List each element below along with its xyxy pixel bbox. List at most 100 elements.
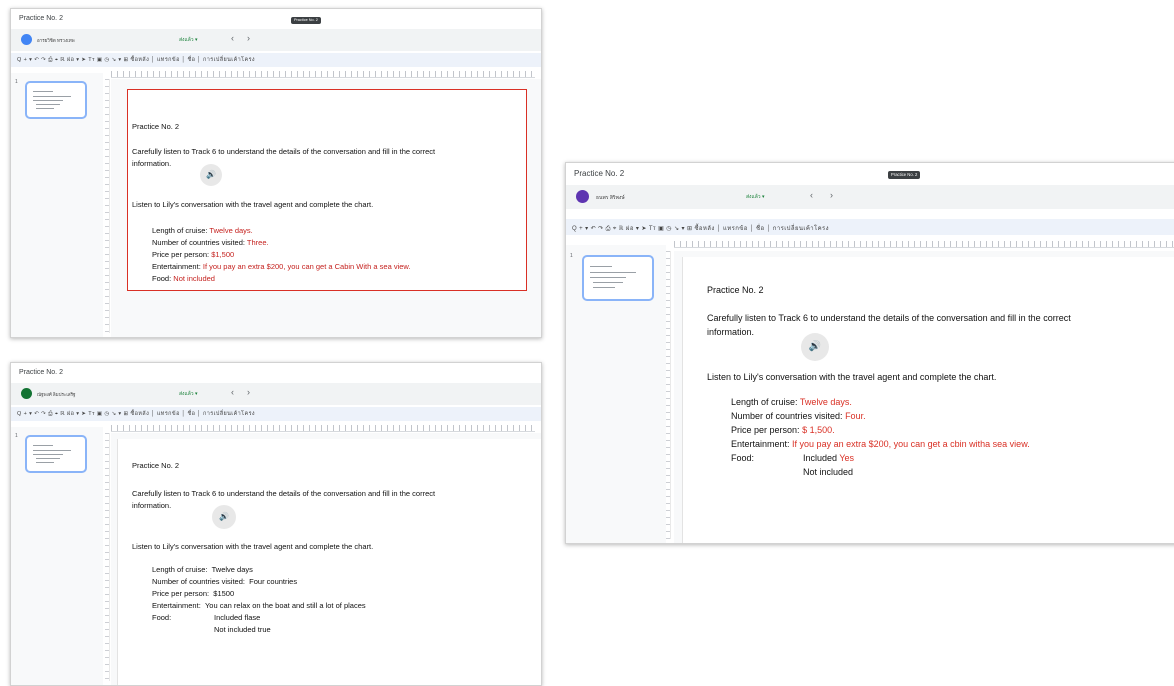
prev-student-button[interactable]: ‹ bbox=[231, 388, 234, 397]
slide-page: Practice No. 2 Carefully listen to Track… bbox=[127, 89, 527, 291]
thumb-line bbox=[33, 96, 71, 97]
page-title-pill: Practice No. 2 bbox=[291, 17, 321, 24]
speaker-icon[interactable]: 🔊 bbox=[200, 164, 222, 186]
vertical-ruler bbox=[105, 433, 110, 681]
toolbar-tools[interactable]: Q + ▾ ↶ ↷ ⎙ ⌖ ℝ ผ่อ ▾ ➤ Tт ▣ ◷ ↘ ▾ ⊞ ซื้… bbox=[17, 56, 255, 64]
thumb-line bbox=[33, 454, 63, 455]
instruction-line-3: Listen to Lily's conversation with the t… bbox=[132, 542, 374, 551]
speaker-icon[interactable]: 🔊 bbox=[801, 333, 829, 361]
chevron-down-icon: ▾ bbox=[761, 194, 765, 200]
thumb-line bbox=[593, 282, 623, 283]
student-name: ธนพร สิริพงษ์ bbox=[596, 195, 625, 201]
slide-number: 1 bbox=[570, 253, 573, 259]
doc-title: Practice No. 2 bbox=[132, 461, 180, 470]
next-student-button[interactable]: › bbox=[830, 191, 833, 200]
instruction-line-2: information. bbox=[707, 327, 755, 337]
answer-countries: Number of countries visited: Three. bbox=[152, 238, 269, 247]
answer-entertainment: Entertainment: If you pay an extra $200,… bbox=[152, 262, 411, 271]
slide-number: 1 bbox=[15, 79, 18, 85]
slide-sidebar: 1 bbox=[566, 245, 666, 543]
slide-page: Practice No. 2 Carefully listen to Track… bbox=[682, 257, 1174, 543]
thumb-line bbox=[33, 100, 63, 101]
thumb-line bbox=[36, 108, 54, 109]
doc-title: Practice No. 2 bbox=[132, 122, 180, 131]
instruction-line-3: Listen to Lily's conversation with the t… bbox=[707, 372, 997, 382]
answer-price: Price per person: $1,500 bbox=[152, 250, 235, 259]
answer-entertainment: Entertainment: You can relax on the boat… bbox=[152, 601, 366, 610]
next-student-button[interactable]: › bbox=[247, 388, 250, 397]
answer-countries: Number of countries visited: Four countr… bbox=[152, 577, 298, 586]
window-title: Practice No. 2 bbox=[19, 369, 63, 376]
student-window-3: Practice No. 2 ธนพร สิริพงษ์ ส่งแล้ว ▾ ‹… bbox=[565, 162, 1174, 544]
student-header: ธนพร สิริพงษ์ ส่งแล้ว ▾ ‹ › Practice No.… bbox=[566, 171, 1174, 209]
chevron-down-icon: ▾ bbox=[194, 391, 198, 397]
prev-student-button[interactable]: ‹ bbox=[231, 34, 234, 43]
thumb-line bbox=[36, 462, 54, 463]
status-dropdown[interactable]: ส่งแล้ว ▾ bbox=[179, 36, 198, 44]
student-name: อารยวิชิต ทรวงเทพ bbox=[37, 38, 75, 43]
toolbar-tools[interactable]: Q + ▾ ↶ ↷ ⎙ ⌖ ℝ ผ่อ ▾ ➤ Tт ▣ ◷ ↘ ▾ ⊞ ซื้… bbox=[572, 223, 829, 233]
slide-sidebar: 1 bbox=[11, 73, 103, 337]
prev-student-button[interactable]: ‹ bbox=[810, 191, 813, 200]
window-title: Practice No. 2 bbox=[19, 15, 63, 22]
answer-food-label: Food: bbox=[152, 613, 172, 622]
horizontal-ruler bbox=[111, 71, 535, 78]
thumb-line bbox=[36, 458, 60, 459]
answer-length: Length of cruise: Twelve days bbox=[152, 565, 253, 574]
slide-thumbnail[interactable] bbox=[582, 255, 654, 301]
slide-canvas: Practice No. 2 Carefully listen to Track… bbox=[111, 79, 541, 337]
instruction-line-1: Carefully listen to Track 6 to understan… bbox=[132, 147, 436, 156]
thumb-line bbox=[33, 91, 53, 92]
student-name: ณัฐพงศ์ ลิมประเสริฐ bbox=[37, 392, 76, 397]
answer-food-line-2: Not included true bbox=[214, 625, 271, 634]
speaker-icon[interactable]: 🔊 bbox=[212, 505, 236, 529]
doc-title: Practice No. 2 bbox=[707, 285, 764, 295]
answer-price: Price per person: $ 1,500. bbox=[731, 425, 835, 435]
instruction-line-1: Carefully listen to Track 6 to understan… bbox=[132, 489, 436, 498]
student-header: ณัฐพงศ์ ลิมประเสริฐ ส่งแล้ว ▾ ‹ › bbox=[11, 383, 541, 405]
thumb-line bbox=[33, 445, 53, 446]
slide-sidebar: 1 bbox=[11, 427, 103, 685]
answer-price: Price per person: $1500 bbox=[152, 589, 235, 598]
thumb-line bbox=[593, 287, 615, 288]
thumb-line bbox=[36, 104, 60, 105]
window-title: Practice No. 2 bbox=[574, 169, 625, 178]
slide-canvas: Practice No. 2 Carefully listen to Track… bbox=[674, 251, 1174, 543]
answer-countries: Number of countries visited: Four. bbox=[731, 411, 866, 421]
thumb-line bbox=[590, 277, 626, 278]
chevron-down-icon: ▾ bbox=[194, 37, 198, 43]
vertical-ruler bbox=[666, 251, 671, 539]
vertical-ruler bbox=[105, 79, 110, 333]
slide-canvas: Practice No. 2 Carefully listen to Track… bbox=[111, 433, 541, 685]
instruction-line-2: information. bbox=[132, 501, 172, 510]
toolbar: Q + ▾ ↶ ↷ ⎙ ⌖ ℝ ผ่อ ▾ ➤ Tт ▣ ◷ ↘ ▾ ⊞ ซื้… bbox=[566, 219, 1174, 235]
toolbar: Q + ▾ ↶ ↷ ⎙ ⌖ ℝ ผ่อ ▾ ➤ Tт ▣ ◷ ↘ ▾ ⊞ ซื้… bbox=[11, 407, 541, 421]
slide-page: Practice No. 2 Carefully listen to Track… bbox=[117, 439, 541, 685]
thumb-line bbox=[590, 272, 636, 273]
answer-food: Food: Not included bbox=[152, 274, 215, 283]
page-title-pill: Practice No. 2 bbox=[888, 171, 921, 179]
student-header: อารยวิชิต ทรวงเทพ ส่งแล้ว ▾ ‹ › Practice… bbox=[11, 17, 541, 51]
horizontal-ruler bbox=[674, 241, 1174, 248]
slide-thumbnail[interactable] bbox=[25, 81, 87, 119]
avatar[interactable] bbox=[21, 388, 32, 399]
student-window-1: Practice No. 2 อารยวิชิต ทรวงเทพ ส่งแล้ว… bbox=[10, 8, 542, 338]
horizontal-ruler bbox=[111, 425, 535, 432]
slide-number: 1 bbox=[15, 433, 18, 439]
answer-food-line-1: Included Yes bbox=[803, 453, 855, 463]
student-window-2: Practice No. 2 ณัฐพงศ์ ลิมประเสริฐ ส่งแล… bbox=[10, 362, 542, 686]
instruction-line-1: Carefully listen to Track 6 to understan… bbox=[707, 313, 1071, 323]
next-student-button[interactable]: › bbox=[247, 34, 250, 43]
toolbar-tools[interactable]: Q + ▾ ↶ ↷ ⎙ ⌖ ℝ ผ่อ ▾ ➤ Tт ▣ ◷ ↘ ▾ ⊞ ซื้… bbox=[17, 410, 255, 418]
thumb-line bbox=[33, 450, 71, 451]
status-dropdown[interactable]: ส่งแล้ว ▾ bbox=[746, 193, 765, 201]
thumb-line bbox=[590, 266, 612, 267]
answer-entertainment: Entertainment: If you pay an extra $200,… bbox=[731, 439, 1030, 449]
status-dropdown[interactable]: ส่งแล้ว ▾ bbox=[179, 390, 198, 398]
avatar[interactable] bbox=[21, 34, 32, 45]
slide-thumbnail[interactable] bbox=[25, 435, 87, 473]
answer-food-line-1: Included flase bbox=[214, 613, 261, 622]
avatar[interactable] bbox=[576, 190, 589, 203]
answer-length: Length of cruise: Twelve days. bbox=[152, 226, 253, 235]
answer-food-label: Food: bbox=[731, 453, 755, 463]
